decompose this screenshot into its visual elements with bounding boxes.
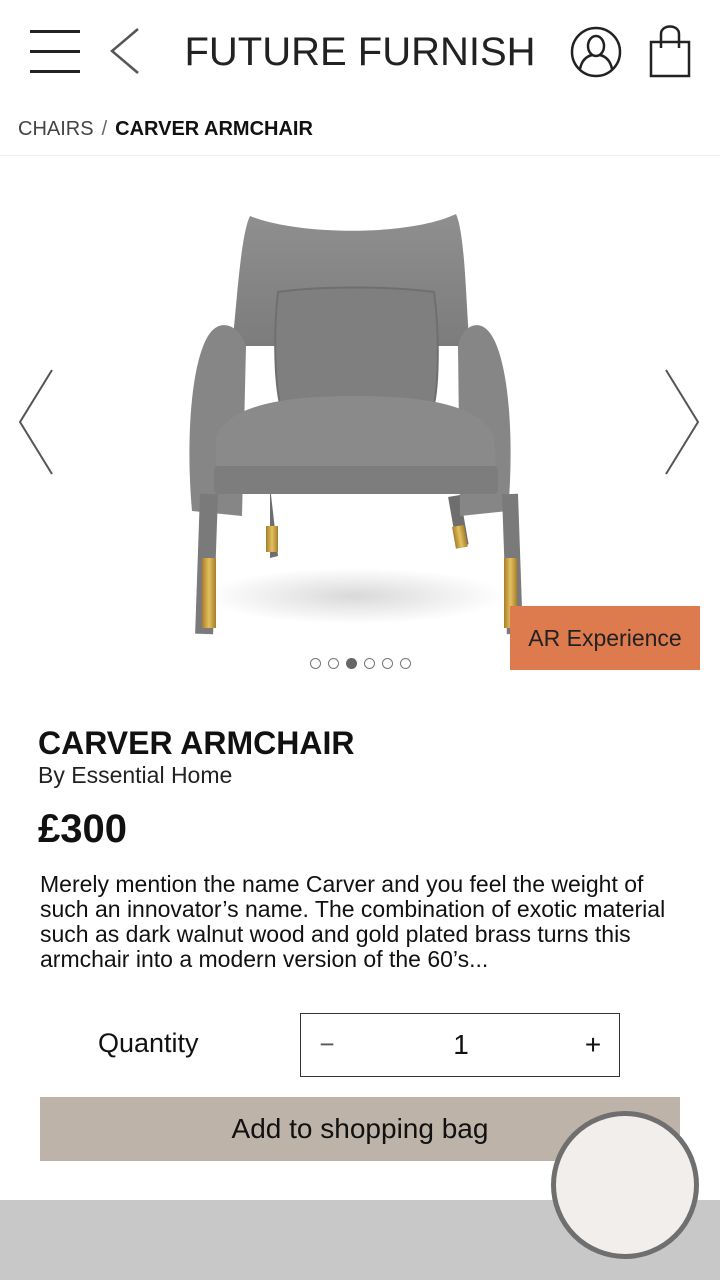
product-price: £300 xyxy=(38,807,127,851)
carousel-dot[interactable] xyxy=(363,658,375,669)
shopping-bag-icon xyxy=(649,25,691,78)
quantity-value[interactable]: 1 xyxy=(411,1014,511,1075)
quantity-stepper: − 1 + xyxy=(300,1013,620,1077)
menu-button[interactable] xyxy=(28,28,82,76)
floating-action-button[interactable] xyxy=(551,1111,699,1259)
menu-bar xyxy=(30,70,80,73)
decrease-quantity-button[interactable]: − xyxy=(301,1014,353,1075)
product-description: Merely mention the name Carver and you f… xyxy=(40,871,666,972)
breadcrumb-current: CARVER ARMCHAIR xyxy=(115,118,313,140)
product-image-carousel[interactable]: AR Experience xyxy=(0,156,720,686)
chevron-left-icon xyxy=(110,28,139,74)
back-button[interactable] xyxy=(104,26,148,76)
increase-quantity-button[interactable]: + xyxy=(567,1014,619,1075)
chevron-right-icon xyxy=(665,369,700,475)
breadcrumb: CHAIRS / CARVER ARMCHAIR xyxy=(18,114,313,144)
menu-bar xyxy=(30,30,80,33)
brand-title: FUTURE FURNISH xyxy=(184,30,536,74)
carousel-dot[interactable] xyxy=(381,658,393,669)
user-icon xyxy=(570,26,622,78)
product-title: CARVER ARMCHAIR xyxy=(38,725,355,761)
carousel-dots xyxy=(0,658,720,672)
menu-bar xyxy=(30,50,80,53)
app-header: FUTURE FURNISH xyxy=(0,0,720,104)
carousel-dot[interactable] xyxy=(309,658,321,669)
quantity-label: Quantity xyxy=(98,1028,199,1058)
chevron-left-icon xyxy=(18,369,53,475)
carousel-next-button[interactable] xyxy=(660,366,704,478)
carousel-dot[interactable] xyxy=(399,658,411,669)
carousel-prev-button[interactable] xyxy=(14,366,58,478)
account-button[interactable] xyxy=(568,24,624,80)
carousel-dot[interactable] xyxy=(345,658,357,669)
breadcrumb-separator: / xyxy=(101,118,108,140)
product-brand: By Essential Home xyxy=(38,762,233,788)
product-image xyxy=(189,214,523,635)
shopping-bag-button[interactable] xyxy=(646,22,694,80)
breadcrumb-link-chairs[interactable]: CHAIRS xyxy=(18,118,94,140)
carousel-dot[interactable] xyxy=(327,658,339,669)
